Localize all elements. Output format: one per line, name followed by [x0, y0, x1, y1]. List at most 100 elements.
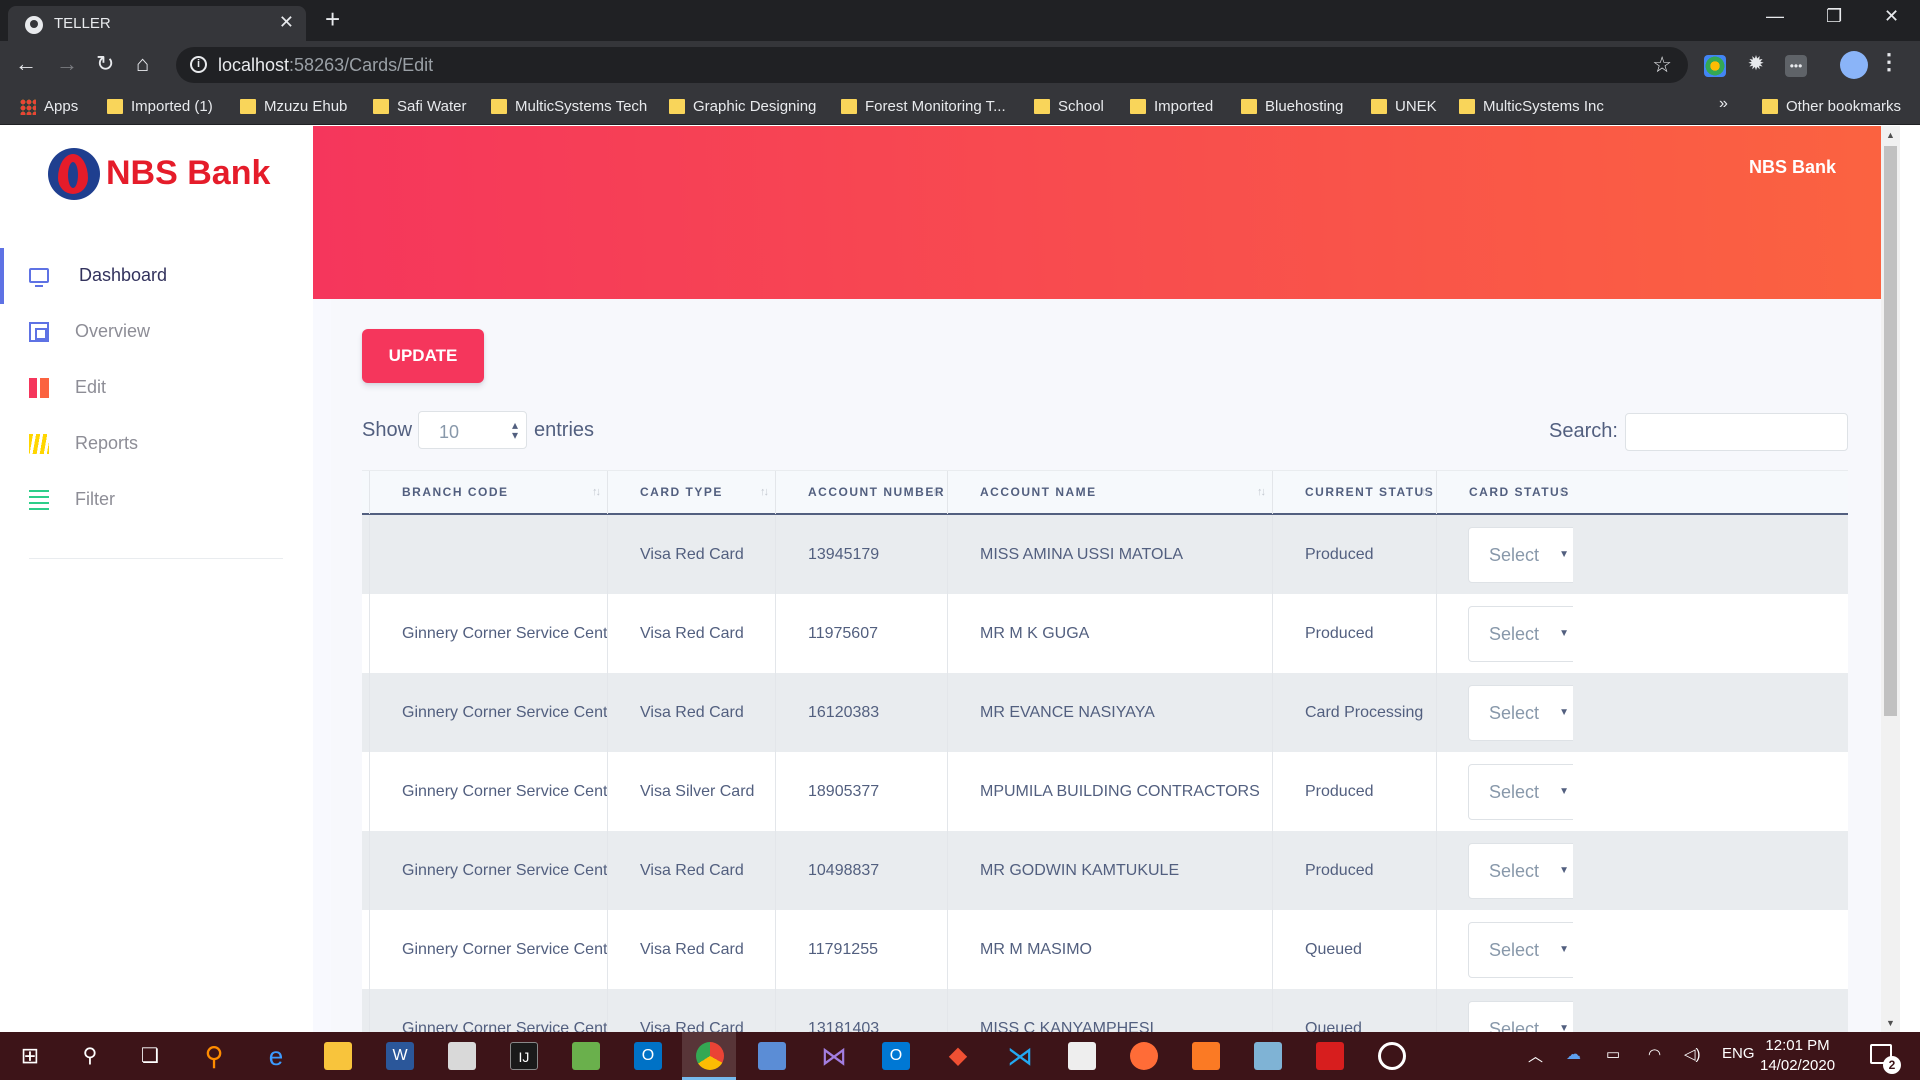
- bookmark-apps[interactable]: Apps: [20, 95, 78, 119]
- chrome-icon[interactable]: [696, 1042, 724, 1070]
- card-status-select[interactable]: Select ▼: [1468, 843, 1573, 899]
- battery-icon[interactable]: ▭: [1606, 1045, 1620, 1063]
- app-icon[interactable]: [758, 1042, 786, 1070]
- search-icon[interactable]: ⚲: [76, 1042, 104, 1070]
- search-input[interactable]: [1625, 413, 1848, 451]
- vscode-icon[interactable]: ⋊: [1006, 1042, 1034, 1070]
- postman-icon[interactable]: [1130, 1042, 1158, 1070]
- cell-card-status: Select ▼: [1436, 752, 1573, 831]
- git-icon[interactable]: ◆: [944, 1042, 972, 1070]
- sidebar-item-filter[interactable]: Filter: [0, 472, 313, 528]
- outlook-icon[interactable]: O: [634, 1042, 662, 1070]
- language-indicator[interactable]: ENG: [1722, 1045, 1755, 1062]
- sidebar-item-reports[interactable]: Reports: [0, 416, 313, 472]
- edit-icon: [29, 378, 49, 398]
- cell-card-status: Select ▼: [1436, 989, 1573, 1032]
- settings-gear-icon[interactable]: ✹: [1745, 53, 1767, 75]
- header-brand[interactable]: NBS Bank: [1749, 157, 1836, 178]
- cell-current-status: Produced: [1272, 515, 1436, 594]
- column-header-account-name[interactable]: ACCOUNT NAME ↑↓: [947, 471, 1272, 514]
- app-icon[interactable]: [1254, 1042, 1282, 1070]
- browser-menu-icon[interactable]: ⋮: [1878, 49, 1900, 75]
- taskbar-clock[interactable]: 12:01 PM 14/02/2020: [1760, 1036, 1835, 1076]
- bookmark-folder[interactable]: School: [1034, 95, 1104, 119]
- home-icon[interactable]: ⌂: [136, 51, 149, 77]
- sidebar-item-overview[interactable]: Overview: [0, 304, 313, 360]
- windows-start-icon[interactable]: ⊞: [16, 1042, 44, 1070]
- app-icon[interactable]: [572, 1042, 600, 1070]
- acrobat-icon[interactable]: [1316, 1042, 1344, 1070]
- restore-icon[interactable]: ❐: [1826, 6, 1842, 27]
- column-header-card-type[interactable]: CARD TYPE ↑↓: [607, 471, 775, 514]
- card-status-select[interactable]: Select ▼: [1468, 1001, 1573, 1032]
- bookmark-folder[interactable]: MulticSystems Inc: [1459, 95, 1604, 119]
- bookmark-folder[interactable]: Forest Monitoring T...: [841, 95, 1006, 119]
- cell-branch-code: [369, 515, 607, 594]
- bookmark-folder[interactable]: Graphic Designing: [669, 95, 816, 119]
- extension-icon[interactable]: •••: [1785, 55, 1807, 77]
- other-bookmarks[interactable]: Other bookmarks: [1762, 95, 1901, 119]
- volume-icon[interactable]: ◁): [1684, 1045, 1701, 1063]
- entries-select[interactable]: 10 ▴ ▾: [418, 411, 527, 449]
- photos-icon[interactable]: [1068, 1042, 1096, 1070]
- app-icon[interactable]: [1378, 1042, 1406, 1070]
- extension-icon[interactable]: [1704, 55, 1726, 77]
- card-status-select[interactable]: Select ▼: [1468, 764, 1573, 820]
- sidebar-item-dashboard[interactable]: Dashboard: [0, 248, 313, 304]
- wifi-icon[interactable]: ◠: [1648, 1045, 1661, 1063]
- column-header-current-status[interactable]: CURRENT STATUS ↑↓: [1272, 471, 1436, 514]
- card-status-select[interactable]: Select ▼: [1468, 606, 1573, 662]
- folder-icon: [491, 99, 507, 114]
- tab-close-icon[interactable]: ✕: [279, 12, 294, 33]
- bookmark-folder[interactable]: Safi Water: [373, 95, 466, 119]
- bookmark-folder[interactable]: Bluehosting: [1241, 95, 1343, 119]
- task-view-icon[interactable]: ❏: [136, 1042, 164, 1070]
- new-tab-button[interactable]: +: [325, 6, 340, 32]
- bookmarks-overflow-chevron[interactable]: »: [1719, 95, 1728, 113]
- bookmark-folder[interactable]: Imported: [1130, 95, 1213, 119]
- tray-overflow-icon[interactable]: ︿: [1528, 1045, 1543, 1066]
- bookmark-folder[interactable]: Imported (1): [107, 95, 213, 119]
- reload-icon[interactable]: ↻: [96, 51, 114, 77]
- card-status-select[interactable]: Select ▼: [1468, 527, 1573, 583]
- tab-title: TELLER: [54, 15, 111, 32]
- bookmark-star-icon[interactable]: ☆: [1652, 52, 1672, 78]
- intellij-icon[interactable]: IJ: [510, 1042, 538, 1070]
- page-scrollbar[interactable]: ▲ ▼: [1881, 126, 1900, 1032]
- browser-tab[interactable]: TELLER ✕: [8, 6, 306, 41]
- scroll-down-icon[interactable]: ▼: [1886, 1018, 1895, 1028]
- card-status-select[interactable]: Select ▼: [1468, 922, 1573, 978]
- info-icon[interactable]: i: [190, 56, 207, 73]
- card-status-select[interactable]: Select ▼: [1468, 685, 1573, 741]
- scroll-up-icon[interactable]: ▲: [1886, 130, 1895, 140]
- forward-arrow-icon[interactable]: →: [56, 51, 78, 77]
- window-close-icon[interactable]: ✕: [1884, 6, 1899, 27]
- sidebar-nav: Dashboard Overview Edit Reports Filter: [0, 248, 313, 528]
- column-header-account-number[interactable]: ACCOUNT NUMBER ↑↓: [775, 471, 947, 514]
- visual-studio-icon[interactable]: ⋈: [820, 1042, 848, 1070]
- minimize-icon[interactable]: —: [1766, 6, 1784, 27]
- file-explorer-icon[interactable]: [324, 1042, 352, 1070]
- outlook-icon[interactable]: O: [882, 1042, 910, 1070]
- table-row: Ginnery Corner Service Centre Visa Red C…: [362, 910, 1848, 989]
- xampp-icon[interactable]: [1192, 1042, 1220, 1070]
- scrollbar-thumb[interactable]: [1884, 146, 1897, 716]
- sidebar-item-edit[interactable]: Edit: [0, 360, 313, 416]
- edge-icon[interactable]: e: [262, 1042, 290, 1070]
- back-arrow-icon[interactable]: ←: [15, 51, 37, 77]
- bookmark-folder[interactable]: MulticSystems Tech: [491, 95, 647, 119]
- bookmark-folder[interactable]: Mzuzu Ehub: [240, 95, 347, 119]
- search-app-icon[interactable]: ⚲: [200, 1042, 228, 1070]
- profile-avatar[interactable]: [1840, 51, 1868, 79]
- search-label: Search:: [1549, 420, 1618, 442]
- column-header-branch-code[interactable]: BRANCH CODE ↑↓: [369, 471, 607, 514]
- bookmark-folder[interactable]: UNEK: [1371, 95, 1437, 119]
- update-button[interactable]: UPDATE: [362, 329, 484, 383]
- word-icon[interactable]: W: [386, 1042, 414, 1070]
- cards-table: BRANCH CODE ↑↓ CARD TYPE ↑↓ ACCOUNT NUMBER…: [362, 470, 1848, 1032]
- sort-icon: ↑↓: [932, 486, 941, 498]
- onedrive-icon[interactable]: ☁: [1566, 1045, 1581, 1063]
- column-header-card-status[interactable]: CARD STATUS ↑↓: [1436, 471, 1573, 514]
- app-icon[interactable]: [448, 1042, 476, 1070]
- address-bar[interactable]: i localhost:58263/Cards/Edit ☆: [176, 47, 1688, 83]
